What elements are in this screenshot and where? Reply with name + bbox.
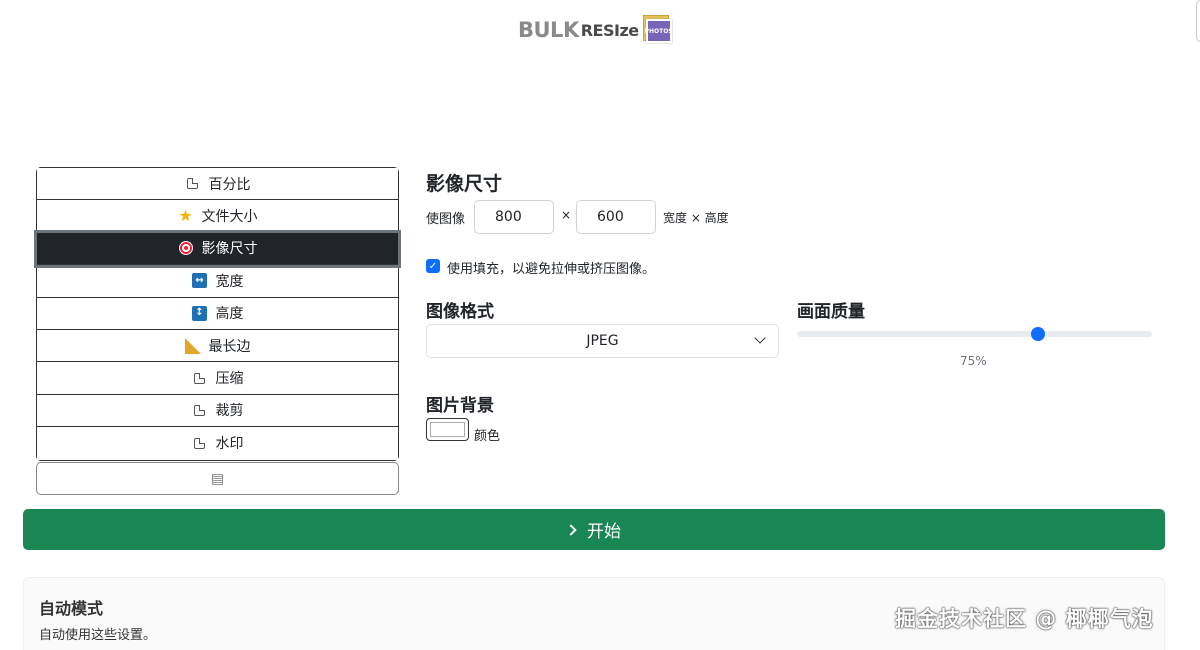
resize-mode-menu: 百分比 ★ 文件大小 影像尺寸 ↔ 宽度 ↕ 高度 最长边 压缩 裁剪 水印 xyxy=(34,167,401,461)
section-title-quality: 画面质量 xyxy=(797,302,865,322)
format-selected-value: JPEG xyxy=(586,333,619,349)
start-button-label: 开始 xyxy=(587,522,621,542)
menu-item-watermark[interactable]: 水印 xyxy=(37,427,398,460)
menu-item-label: 裁剪 xyxy=(215,403,244,420)
width-input[interactable]: 800 xyxy=(474,200,554,234)
quality-slider-thumb[interactable] xyxy=(1031,327,1045,341)
menu-item-compress[interactable]: 压缩 xyxy=(37,362,398,395)
site-watermark: 掘金技术社区 @ 椰椰气泡 xyxy=(895,607,1154,631)
photos-logo-icon: PHOTOS xyxy=(642,15,673,45)
background-color-label: 颜色 xyxy=(474,429,501,444)
menu-item-image-dimensions[interactable]: 影像尺寸 xyxy=(34,229,401,269)
menu-item-label: 百分比 xyxy=(208,176,251,193)
page: BULK RESIze PHOTOS 百分比 ★ 文件大小 影像尺寸 ↔ 宽度 … xyxy=(0,0,1200,650)
menu-item-longest-side[interactable]: 最长边 xyxy=(37,329,398,363)
quality-value-label: 75% xyxy=(960,354,987,368)
ruler-triangle-icon xyxy=(184,337,201,354)
height-input[interactable]: 600 xyxy=(576,200,656,234)
logo-bulk-text: BULK xyxy=(518,18,579,42)
more-options-button[interactable]: ▤ xyxy=(36,462,399,495)
quality-slider-track[interactable] xyxy=(797,331,1152,337)
chevron-right-icon xyxy=(565,523,577,536)
menu-item-label: 文件大小 xyxy=(201,209,258,226)
horizontal-arrows-icon: ↔ xyxy=(192,273,208,289)
menu-item-label: 最长边 xyxy=(208,338,251,355)
format-select[interactable]: JPEG xyxy=(426,324,779,358)
target-icon xyxy=(178,240,194,256)
star-icon: ★ xyxy=(178,206,193,226)
logo-resize-text: RESIze xyxy=(580,20,639,40)
menu-item-width[interactable]: ↔ 宽度 xyxy=(37,265,398,298)
resize-prefix-label: 使图像 xyxy=(426,212,466,227)
menu-item-label: 高度 xyxy=(215,306,244,323)
section-title-dimensions: 影像尺寸 xyxy=(426,173,503,195)
menu-item-label: 宽度 xyxy=(215,273,244,290)
dimensions-suffix-label: 宽度 × 高度 xyxy=(663,211,729,225)
menu-item-crop[interactable]: 裁剪 xyxy=(37,394,398,428)
app-logo[interactable]: BULK RESIze PHOTOS xyxy=(518,12,673,48)
external-square-icon xyxy=(185,176,201,192)
menu-item-label: 影像尺寸 xyxy=(201,241,258,258)
external-link-icon xyxy=(192,435,208,451)
external-link-icon xyxy=(192,370,208,386)
menu-item-height[interactable]: ↕ 高度 xyxy=(37,297,398,330)
menu-item-label: 水印 xyxy=(215,436,244,453)
section-title-format: 图像格式 xyxy=(426,302,494,322)
fill-checkbox-label: 使用填充，以避免拉伸或挤压图像。 xyxy=(447,262,656,277)
auto-mode-title: 自动模式 xyxy=(39,599,104,618)
menu-item-file-size[interactable]: ★ 文件大小 xyxy=(37,200,398,233)
menu-item-label: 压缩 xyxy=(215,371,244,388)
chevron-down-icon xyxy=(754,332,766,344)
side-tab[interactable] xyxy=(1196,0,1200,42)
external-link-icon xyxy=(192,402,208,418)
list-icon: ▤ xyxy=(210,470,225,487)
section-title-background: 图片背景 xyxy=(426,396,494,416)
background-color-swatch[interactable] xyxy=(426,418,469,441)
times-sign: × xyxy=(561,208,572,222)
auto-mode-description: 自动使用这些设置。 xyxy=(39,628,157,643)
vertical-arrows-icon: ↕ xyxy=(192,305,208,321)
menu-item-percentage[interactable]: 百分比 xyxy=(37,168,398,201)
start-button[interactable]: 开始 xyxy=(23,509,1165,550)
fill-checkbox[interactable]: ✓ xyxy=(426,259,440,273)
